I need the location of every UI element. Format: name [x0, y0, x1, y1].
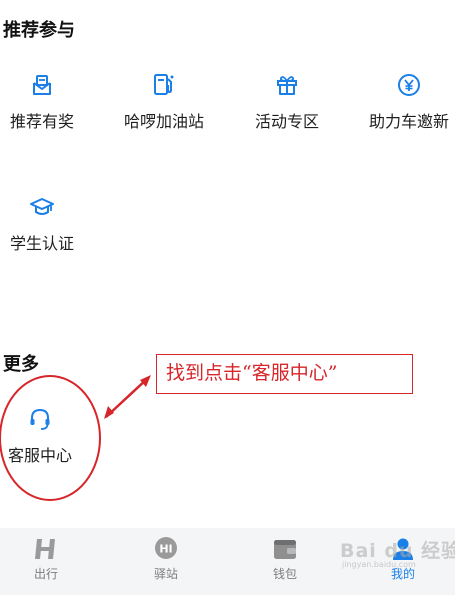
recommend-item-fuel-station[interactable]: 哈啰加油站: [108, 72, 220, 132]
recommend-item-label: 活动专区: [254, 112, 319, 131]
recommend-item-label: 学生认证: [9, 234, 74, 253]
recommend-item-referral[interactable]: 推荐有奖: [0, 72, 98, 132]
watermark-logo: Bai du 经验: [340, 540, 455, 562]
tab-wallet[interactable]: 钱包: [245, 536, 325, 582]
recommend-item-activity-zone[interactable]: 活动专区: [231, 72, 343, 132]
recommend-item-moped-invite[interactable]: 助力车邀新: [353, 72, 455, 132]
fuel-pump-icon: [154, 74, 174, 95]
wallet-icon: [274, 540, 296, 559]
gift-box-icon: [277, 76, 297, 95]
hello-logo-icon: [35, 539, 55, 559]
recommend-item-label: 哈啰加油站: [123, 112, 204, 131]
annotation-arrowhead-start: [104, 406, 114, 419]
tab-travel[interactable]: 出行: [6, 536, 86, 582]
recommend-item-student-auth[interactable]: 学生认证: [0, 194, 98, 254]
watermark-url: jingyan.baidu.com: [342, 560, 416, 569]
recommend-item-label: 助力车邀新: [368, 112, 449, 131]
svg-text:HI: HI: [159, 543, 172, 556]
annotation-callout: 找到点击“客服中心”: [156, 354, 413, 394]
tab-station[interactable]: HI 驿站: [126, 536, 206, 582]
hi-bubble-icon: HI: [155, 537, 177, 559]
tab-travel-label: 出行: [33, 567, 58, 581]
customer-service-label: 客服中心: [7, 446, 72, 465]
tab-station-label: 驿站: [153, 567, 178, 581]
headset-icon: [30, 408, 50, 430]
section-title-recommend: 推荐参与: [3, 20, 75, 41]
customer-service-button[interactable]: 客服中心: [0, 406, 96, 466]
section-title-more: 更多: [3, 354, 39, 375]
recommend-item-label: 推荐有奖: [9, 112, 74, 131]
yen-coin-icon: [398, 74, 420, 96]
graduation-cap-icon: [30, 198, 54, 215]
tab-wallet-label: 钱包: [272, 567, 297, 581]
gift-envelope-icon: [33, 75, 51, 95]
annotation-arrowhead-end: [140, 375, 151, 387]
annotation-arrow-line: [105, 377, 149, 418]
